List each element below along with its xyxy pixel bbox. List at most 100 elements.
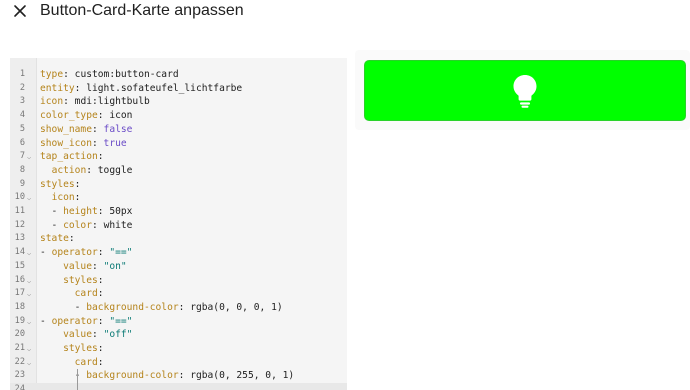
line-number: 16: [14, 274, 25, 285]
code-line[interactable]: 17 ⌵ card:: [10, 287, 347, 301]
yaml-key: action: [51, 164, 87, 176]
code-line[interactable]: 20 value: "off": [10, 328, 347, 342]
code-text: - operator: "==": [40, 247, 133, 259]
yaml-key: tap_action: [40, 151, 98, 163]
code-line[interactable]: 5 show_name: false: [10, 123, 347, 137]
yaml-key: show_icon: [40, 137, 92, 149]
yaml-key: value: [63, 329, 92, 341]
line-number: 1: [19, 69, 25, 79]
code-text: - operator: "==": [40, 315, 133, 327]
line-number: 14: [14, 247, 25, 258]
fold-chevron-icon[interactable]: ⌵: [27, 359, 31, 367]
code-text: - height: 50px: [40, 206, 133, 217]
yaml-value: "==": [109, 315, 133, 327]
code-line[interactable]: 13 state:: [10, 232, 347, 246]
code-line[interactable]: 14 ⌵ - operator: "==": [10, 246, 347, 260]
code-line[interactable]: 11 - height: 50px: [10, 205, 347, 219]
line-number: 5: [19, 123, 25, 134]
line-number: 22: [14, 356, 25, 367]
code-line[interactable]: 12 - color: white: [10, 219, 347, 233]
fold-chevron-icon[interactable]: ⌵: [27, 277, 31, 285]
yaml-key: value: [63, 260, 92, 272]
code-line[interactable]: 8 action: toggle: [10, 164, 347, 178]
code-line[interactable]: 6 show_icon: true: [10, 137, 347, 151]
yaml-value: "off": [103, 329, 133, 341]
line-number: 18: [14, 301, 25, 312]
line-number: 15: [14, 260, 25, 271]
line-number: 19: [14, 315, 25, 326]
yaml-value: true: [103, 137, 127, 149]
fold-chevron-icon[interactable]: ⌵: [27, 153, 31, 161]
code-line[interactable]: 2 entity: light.sofateufel_lichtfarbe: [10, 82, 347, 96]
code-text: - color: white: [40, 219, 133, 231]
line-number: 9: [19, 178, 25, 189]
yaml-value: "on": [103, 260, 127, 272]
yaml-key: show_name: [40, 123, 92, 135]
code-text: color_type: icon: [40, 110, 133, 122]
code-text: action: toggle: [51, 164, 133, 176]
code-text: value: "on": [63, 260, 127, 272]
code-text: icon:: [51, 192, 81, 204]
code-text: tap_action:: [40, 151, 104, 163]
preview-button-card[interactable]: [364, 60, 686, 121]
code-line[interactable]: 10 ⌵ icon:: [10, 191, 347, 205]
yaml-key: styles: [63, 343, 98, 354]
dialog-header: Button-Card-Karte anpassen: [0, 0, 690, 28]
yaml-key: styles: [40, 178, 75, 190]
line-number: 21: [14, 343, 25, 353]
fold-chevron-icon[interactable]: ⌵: [27, 318, 31, 326]
yaml-key: card: [74, 356, 98, 368]
code-text: show_name: false: [40, 123, 133, 135]
code-line[interactable]: 24: [10, 383, 347, 390]
code-text: styles:: [63, 343, 104, 354]
dialog-title: Button-Card-Karte anpassen: [40, 2, 244, 19]
line-number: 20: [14, 329, 25, 340]
close-icon: [14, 5, 26, 17]
code-line[interactable]: 23 - background-color: rgba(0, 255, 0, 1…: [10, 369, 347, 383]
line-number: 2: [19, 82, 25, 93]
code-line[interactable]: 18 - background-color: rgba(0, 0, 0, 1): [10, 301, 347, 315]
code-text: card:: [74, 356, 104, 368]
code-line[interactable]: 22 ⌵ card:: [10, 356, 347, 370]
line-number: 17: [14, 288, 25, 299]
yaml-value: custom:button-card: [74, 69, 179, 80]
yaml-code-editor[interactable]: 1 type: custom:button-card 2 entity: light.…: [10, 58, 347, 390]
line-number: 13: [14, 233, 25, 244]
yaml-key: icon: [40, 96, 64, 108]
yaml-value: toggle: [97, 164, 133, 176]
code-line[interactable]: 15 value: "on": [10, 260, 347, 274]
line-number: 12: [14, 219, 25, 230]
line-number: 8: [19, 164, 25, 175]
yaml-key: color: [63, 219, 92, 231]
line-number: 24: [14, 384, 25, 390]
yaml-value: light.sofateufel_lichtfarbe: [86, 82, 243, 94]
yaml-key: state: [40, 233, 69, 245]
code-line[interactable]: 21 ⌵ styles:: [10, 342, 347, 356]
code-text: styles:: [40, 178, 81, 190]
code-text: value: "off": [63, 329, 133, 341]
code-line[interactable]: 16 ⌵ styles:: [10, 274, 347, 288]
code-text: - background-color: rgba(0, 0, 0, 1): [40, 301, 283, 313]
code-text: show_icon: true: [40, 137, 127, 149]
code-text: icon: mdi:lightbulb: [40, 96, 150, 108]
yaml-key: styles: [63, 274, 98, 286]
close-button[interactable]: [9, 0, 31, 22]
code-text: type: custom:button-card: [40, 69, 179, 80]
fold-chevron-icon[interactable]: ⌵: [27, 249, 31, 257]
yaml-key: icon: [51, 192, 75, 204]
line-number: 11: [14, 206, 25, 216]
fold-chevron-icon[interactable]: ⌵: [27, 345, 31, 353]
code-line[interactable]: 7 ⌵ tap_action:: [10, 150, 347, 164]
code-line[interactable]: 1 type: custom:button-card: [10, 68, 347, 82]
yaml-key: color_type: [40, 110, 98, 122]
line-number: 7: [19, 151, 25, 162]
fold-chevron-icon[interactable]: ⌵: [27, 290, 31, 298]
code-line[interactable]: 4 color_type: icon: [10, 109, 347, 123]
yaml-value: mdi:lightbulb: [74, 96, 150, 108]
yaml-key: type: [40, 69, 64, 80]
yaml-value: white: [103, 219, 133, 231]
code-line[interactable]: 9 styles:: [10, 178, 347, 192]
code-line[interactable]: 3 icon: mdi:lightbulb: [10, 95, 347, 109]
fold-chevron-icon[interactable]: ⌵: [27, 194, 31, 202]
code-line[interactable]: 19 ⌵ - operator: "==": [10, 315, 347, 329]
